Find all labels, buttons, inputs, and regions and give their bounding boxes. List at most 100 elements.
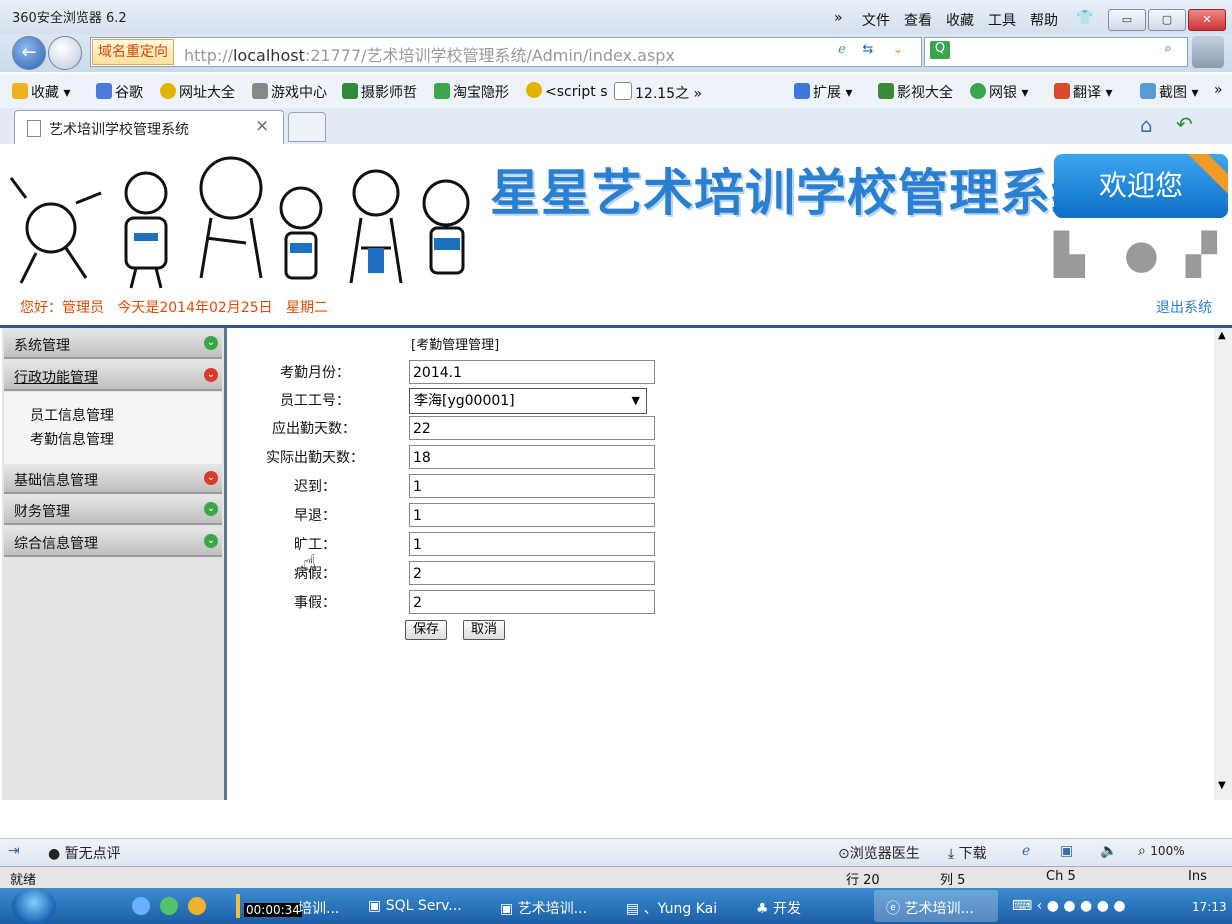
search-icon[interactable]: ⌕	[1158, 41, 1178, 59]
tool-extend[interactable]: 扩展 ▾	[794, 82, 852, 102]
forward-button[interactable]	[48, 36, 82, 70]
scroll-up-icon[interactable]: ▲	[1218, 330, 1226, 341]
logout-link[interactable]: 退出系统	[1156, 297, 1212, 317]
window-icon[interactable]: ▣	[1060, 843, 1073, 859]
url-text[interactable]: http://localhost:21777/艺术培训学校管理系统/Admin/…	[184, 42, 675, 66]
skin-icon[interactable]: 👕	[1076, 10, 1093, 26]
redirect-badge[interactable]: 域名重定向	[92, 39, 174, 65]
absent-input[interactable]: 1	[409, 532, 655, 556]
search-input[interactable]	[924, 37, 1188, 67]
chevron-down-icon: ▼	[631, 394, 640, 407]
menu-favorites[interactable]: 收藏	[946, 10, 974, 30]
sidebar-item-attendance[interactable]: 考勤信息管理	[30, 429, 114, 449]
minimize-button[interactable]: ▭	[1108, 9, 1146, 31]
ie-mode-icon[interactable]: ℯ	[832, 42, 852, 60]
gamepad-icon	[252, 83, 268, 99]
zoom-control[interactable]: ⌕ 100%	[1138, 843, 1185, 859]
scissors-icon	[1140, 83, 1156, 99]
fav-sites[interactable]: 网址大全	[160, 82, 235, 102]
maximize-button[interactable]: ▢	[1148, 9, 1186, 31]
new-tab-button[interactable]	[288, 112, 326, 142]
tray-icons[interactable]: ⌨ ‹ ● ● ● ● ●	[1012, 898, 1126, 914]
apple-icon: ●	[1124, 232, 1159, 278]
start-button[interactable]	[12, 888, 56, 924]
browser360-quicklaunch-icon[interactable]	[160, 897, 178, 915]
menu-tools[interactable]: 工具	[988, 10, 1016, 30]
task-yungkai[interactable]: ▤ 、Yung Kai	[626, 898, 717, 918]
comment-status[interactable]: ● 暂无点评	[48, 843, 121, 863]
scroll-down-icon[interactable]: ▼	[1218, 780, 1226, 791]
tab-title: 艺术培训学校管理系统	[49, 122, 189, 138]
menu-more-icon[interactable]: »	[834, 10, 843, 26]
back-button[interactable]: ←	[12, 36, 46, 70]
expected-days-input[interactable]: 22	[409, 416, 655, 440]
label-month: 考勤月份：	[280, 365, 350, 381]
volume-icon[interactable]: 🔈	[1100, 843, 1117, 859]
task-sqlserver[interactable]: ▣ SQL Serv...	[368, 898, 462, 914]
tool-bank[interactable]: 网银 ▾	[970, 82, 1028, 102]
personal-leave-input[interactable]: 2	[409, 590, 655, 614]
user-avatar-icon[interactable]	[1192, 36, 1224, 68]
dropdown-chevron-icon[interactable]: ⌄	[888, 42, 908, 60]
label-absent: 旷工：	[294, 537, 336, 553]
doctor-icon: ⊙	[838, 846, 850, 862]
sidebar-section-general[interactable]: 综合信息管理 ⌄	[4, 528, 222, 557]
month-input[interactable]: 2014.1	[409, 360, 655, 384]
fav-google[interactable]: 谷歌	[96, 82, 143, 102]
tool-translate[interactable]: 翻译 ▾	[1054, 82, 1112, 102]
refresh-icon[interactable]: ⇆	[858, 42, 878, 60]
sidebar-section-basic[interactable]: 基础信息管理 ⌄	[4, 465, 222, 494]
cancel-button[interactable]: 取消	[463, 620, 506, 640]
tool-video[interactable]: 影视大全	[878, 82, 953, 102]
sick-leave-input[interactable]: 2	[409, 561, 655, 585]
welcome-badge: 欢迎您	[1054, 154, 1228, 218]
content-scrollbar[interactable]: ▲ ▼	[1214, 328, 1232, 800]
tool-screenshot[interactable]: 截图 ▾	[1140, 82, 1198, 102]
early-leave-input[interactable]: 1	[409, 503, 655, 527]
undo-close-icon[interactable]: ↶	[1176, 112, 1193, 136]
fav-photo[interactable]: 摄影师哲	[342, 82, 417, 102]
menu-view[interactable]: 查看	[904, 10, 932, 30]
fav-games-label: 游戏中心	[271, 85, 327, 101]
sidebar-item-employee[interactable]: 员工信息管理	[30, 405, 114, 425]
sidebar-section-system[interactable]: 系统管理 ⌄	[4, 330, 222, 359]
sidebar-section-finance[interactable]: 财务管理 ⌄	[4, 496, 222, 525]
fav-sites-label: 网址大全	[179, 85, 235, 101]
fav-1215[interactable]: 12.15之 »	[614, 82, 702, 103]
browser-doctor[interactable]: ⊙浏览器医生	[838, 843, 920, 863]
actual-days-input[interactable]: 18	[409, 445, 655, 469]
fav-collect[interactable]: 收藏 ▾	[12, 82, 70, 102]
menu-help[interactable]: 帮助	[1030, 10, 1058, 30]
download-button[interactable]: ⤓ 下载	[948, 843, 987, 863]
fav-games[interactable]: 游戏中心	[252, 82, 327, 102]
bank-icon	[970, 83, 986, 99]
save-button[interactable]: 保存	[405, 620, 448, 640]
tab-active[interactable]: 艺术培训学校管理系统 ×	[14, 110, 284, 144]
menu-file[interactable]: 文件	[862, 10, 890, 30]
late-input[interactable]: 1	[409, 474, 655, 498]
content-frame	[228, 328, 1212, 800]
browser-icon: ⓔ	[886, 901, 900, 917]
fav-script[interactable]: <script s	[526, 82, 608, 100]
sidebar-section-admin[interactable]: 行政功能管理 ⌄	[4, 362, 222, 391]
ie-icon[interactable]: ℯ	[1022, 843, 1030, 859]
sidebar-toggle-icon[interactable]: ⇥	[8, 843, 20, 859]
ie-quicklaunch-icon[interactable]	[132, 897, 150, 915]
toolbar-overflow-icon[interactable]: »	[1214, 82, 1223, 98]
media-quicklaunch-icon[interactable]	[188, 897, 206, 915]
system-title: 星星艺术培训学校管理系统	[490, 164, 1102, 222]
task-dev[interactable]: ♣ 开发	[756, 898, 801, 918]
task-training[interactable]: 培训...	[298, 898, 339, 918]
task-browser[interactable]: ⓔ 艺术培训...	[886, 898, 974, 918]
expand-icon: ⌄	[204, 336, 218, 350]
search-engine-icon[interactable]: Q	[930, 41, 950, 59]
google-icon	[96, 83, 112, 99]
task-art[interactable]: ▣ 艺术培训...	[500, 898, 587, 918]
fav-taobao[interactable]: 淘宝隐形	[434, 82, 509, 102]
home-icon[interactable]: ⌂	[1140, 113, 1153, 137]
close-window-button[interactable]: ✕	[1188, 9, 1226, 31]
employee-select[interactable]: 李海[yg00001] ▼	[409, 388, 647, 414]
douban-icon	[342, 83, 358, 99]
tool-extend-label: 扩展	[813, 85, 841, 101]
tab-close-icon[interactable]: ×	[255, 116, 269, 136]
